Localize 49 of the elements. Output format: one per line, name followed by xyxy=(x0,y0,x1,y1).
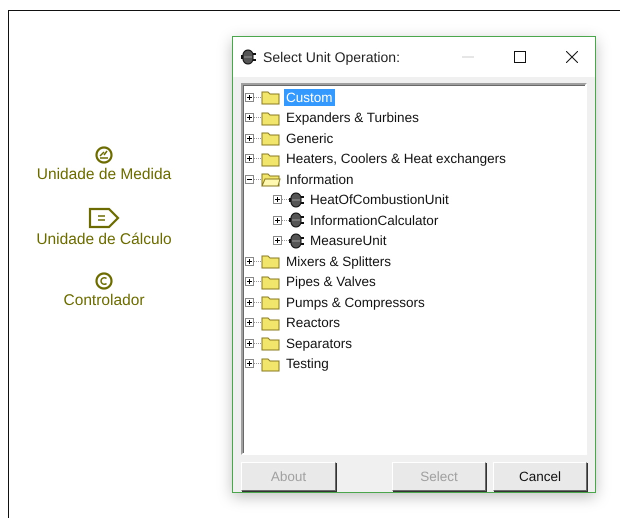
expand-icon[interactable] xyxy=(245,256,254,266)
folder-icon xyxy=(261,89,281,106)
folder-icon xyxy=(261,356,281,372)
close-icon[interactable] xyxy=(566,51,578,63)
palette-label[interactable]: Unidade de Medida xyxy=(36,166,172,184)
tag-icon xyxy=(88,207,120,229)
folder-icon xyxy=(261,150,281,167)
folder-icon xyxy=(261,294,281,310)
expand-icon[interactable] xyxy=(245,298,254,307)
tree-item[interactable]: Information xyxy=(284,170,356,188)
folder-icon xyxy=(261,335,281,352)
expand-icon[interactable] xyxy=(273,216,282,225)
tree-item[interactable]: Heaters, Coolers & Heat exchangers xyxy=(284,150,508,168)
folder-icon xyxy=(261,171,281,188)
tree-item[interactable]: InformationCalculator xyxy=(308,212,440,229)
palette-label[interactable]: Controlador xyxy=(64,292,144,310)
tree-item[interactable]: Reactors xyxy=(284,314,342,332)
maximize-icon[interactable] xyxy=(514,51,526,63)
tree-item[interactable]: Testing xyxy=(284,355,331,372)
tree-item[interactable]: Expanders & Turbines xyxy=(284,109,421,126)
expand-icon[interactable] xyxy=(273,195,282,204)
dialog-button[interactable]: Cancel xyxy=(492,462,587,491)
expand-icon[interactable] xyxy=(245,277,254,286)
folder-icon xyxy=(261,253,281,270)
expand-icon[interactable] xyxy=(245,318,254,328)
folder-icon xyxy=(261,314,281,331)
tree-item[interactable]: Pipes & Valves xyxy=(284,273,378,290)
expand-icon[interactable] xyxy=(245,134,254,143)
expand-icon[interactable] xyxy=(245,154,254,164)
expand-icon[interactable] xyxy=(245,113,254,122)
palette-label[interactable]: Unidade de Cálculo xyxy=(36,231,172,249)
tree-item[interactable]: HeatOfCombustionUnit xyxy=(308,191,451,208)
tree-item[interactable]: Generic xyxy=(284,130,336,147)
unit-icon xyxy=(241,49,257,65)
window-title: Select Unit Operation: xyxy=(263,49,401,65)
folder-icon xyxy=(261,110,281,126)
folder-icon xyxy=(261,130,281,146)
tree-item[interactable]: Pumps & Compressors xyxy=(284,294,427,311)
gauge-icon xyxy=(95,146,113,164)
tree-item[interactable]: Separators xyxy=(284,334,354,352)
tree-item[interactable]: Mixers & Splitters xyxy=(284,252,394,270)
tree-item[interactable]: MeasureUnit xyxy=(308,232,389,250)
controller-icon xyxy=(95,272,113,290)
collapse-icon[interactable] xyxy=(245,174,254,184)
expand-icon[interactable] xyxy=(245,338,254,348)
expand-icon[interactable] xyxy=(245,92,254,102)
expand-icon[interactable] xyxy=(245,359,254,368)
expand-icon[interactable] xyxy=(273,236,282,246)
folder-icon xyxy=(261,274,281,290)
